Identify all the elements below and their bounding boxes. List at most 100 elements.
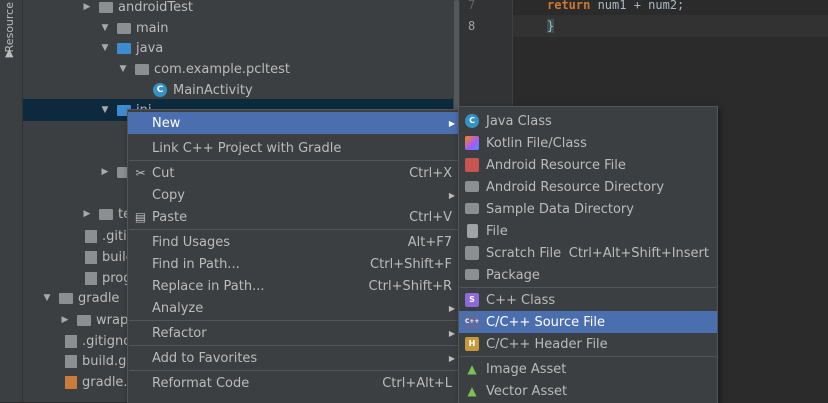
menu-item-label: Reformat Code xyxy=(152,375,250,391)
menu-item-shortcut: Ctrl+V xyxy=(409,209,452,225)
menu-item-add-to-favorites[interactable]: Add to Favorites ▶ xyxy=(128,347,460,369)
resource-manager-tab[interactable]: Resource xyxy=(3,2,16,52)
menu-separator xyxy=(129,370,459,371)
menu-item-reformat-code[interactable]: Reformat Code Ctrl+Alt+L xyxy=(128,372,460,394)
submenu-item-c-header-file[interactable]: H C/C++ Header File xyxy=(459,333,717,355)
submenu-item-kotlin[interactable]: Kotlin File/Class xyxy=(459,132,717,154)
collapse-arrow-icon[interactable]: ▼ xyxy=(99,105,111,115)
gradle-icon xyxy=(65,354,77,368)
menu-item-find-in-path[interactable]: Find in Path... Ctrl+Shift+F xyxy=(128,253,460,275)
menu-item-replace-in-path[interactable]: Replace in Path... Ctrl+Shift+R xyxy=(128,275,460,297)
submenu-item-file[interactable]: File xyxy=(459,220,717,242)
code-line[interactable]: return num1 + num2; xyxy=(547,0,684,12)
java-class-icon: C xyxy=(153,83,167,97)
tree-row-label: MainActivity xyxy=(173,82,253,98)
java-class-icon: C xyxy=(465,114,479,128)
submenu-item-cpp-class[interactable]: S C++ Class xyxy=(459,289,717,311)
file-icon xyxy=(65,334,77,348)
scrollbar-thumb[interactable] xyxy=(454,0,459,115)
menu-item-label: Analyze xyxy=(152,300,204,316)
submenu-item-label: C/C++ Source File xyxy=(486,314,605,330)
collapse-arrow-icon[interactable]: ▼ xyxy=(99,43,111,53)
folder-icon xyxy=(59,292,73,304)
submenu-item-label: File xyxy=(486,223,508,239)
menu-item-shortcut: Ctrl+Shift+R xyxy=(368,278,453,294)
submenu-arrow-icon: ▶ xyxy=(448,190,455,200)
menu-item-analyze[interactable]: Analyze ▶ xyxy=(128,297,460,319)
cpp-class-icon: S xyxy=(465,293,479,307)
folder-icon xyxy=(465,203,479,214)
file-icon xyxy=(467,224,478,238)
package-icon xyxy=(465,269,479,280)
submenu-item-label: Java Class xyxy=(486,113,552,129)
tree-row-label: gradle xyxy=(78,290,120,306)
submenu-item-package[interactable]: Package xyxy=(459,264,717,286)
tree-row-label: main xyxy=(136,20,169,36)
context-menu: New ▶ Link C++ Project with Gradle ✂ Cut… xyxy=(127,109,461,403)
menu-item-copy[interactable]: Copy ▶ xyxy=(128,184,460,206)
tree-row-package[interactable]: ▼ com.example.pcltest xyxy=(23,58,453,80)
folder-icon xyxy=(465,181,479,192)
submenu-item-scratch-file[interactable]: Scratch File Ctrl+Alt+Shift+Insert xyxy=(459,242,717,264)
menu-item-shortcut: Ctrl+Shift+F xyxy=(370,256,452,272)
code-line[interactable]: } xyxy=(547,19,555,33)
code-text: num1 + num2; xyxy=(590,0,685,12)
tree-row-main[interactable]: ▼ main xyxy=(23,17,453,39)
submenu-item-image-asset[interactable]: ▲ Image Asset xyxy=(459,358,717,380)
menu-item-label: Copy xyxy=(152,187,185,203)
new-submenu: C Java Class Kotlin File/Class Android R… xyxy=(458,106,718,403)
tree-row-androidtest[interactable]: ▶ androidTest xyxy=(23,0,453,18)
menu-item-cut[interactable]: ✂ Cut Ctrl+X xyxy=(128,162,460,184)
expand-arrow-icon[interactable]: ▶ xyxy=(99,167,111,177)
menu-item-label: Add to Favorites xyxy=(152,350,258,366)
expand-arrow-icon[interactable]: ▶ xyxy=(81,209,93,219)
collapse-arrow-icon[interactable]: ▼ xyxy=(41,293,53,303)
file-icon xyxy=(85,229,97,243)
tree-row-mainactivity[interactable]: C MainActivity xyxy=(23,79,453,101)
scissors-icon: ✂ xyxy=(135,165,146,180)
tree-row-java[interactable]: ▼ java xyxy=(23,37,453,59)
menu-separator xyxy=(129,320,459,321)
c-source-icon: C++ xyxy=(465,315,479,329)
tree-row-label: wrap xyxy=(96,312,129,328)
menu-item-shortcut: Alt+F7 xyxy=(407,234,452,250)
submenu-item-c-source-file[interactable]: C++ C/C++ Source File xyxy=(459,311,717,333)
menu-separator xyxy=(460,287,716,288)
submenu-item-vector-asset[interactable]: ▲ Vector Asset xyxy=(459,380,717,402)
menu-item-link-cpp[interactable]: Link C++ Project with Gradle xyxy=(128,137,460,159)
line-number: 8 xyxy=(468,19,476,33)
menu-item-label: Find in Path... xyxy=(152,256,240,272)
submenu-item-android-resource-directory[interactable]: Android Resource Directory xyxy=(459,176,717,198)
submenu-item-sample-data-directory[interactable]: Sample Data Directory xyxy=(459,198,717,220)
clipboard-icon: ▤ xyxy=(134,209,147,224)
resource-manager-icon[interactable]: ▲ xyxy=(5,46,13,59)
submenu-arrow-icon: ▶ xyxy=(448,328,455,338)
tree-row-label: java xyxy=(136,40,164,56)
menu-separator xyxy=(460,356,716,357)
menu-item-paste[interactable]: ▤ Paste Ctrl+V xyxy=(128,206,460,228)
package-icon xyxy=(135,63,149,75)
submenu-item-label: Android Resource File xyxy=(486,157,626,173)
menu-separator xyxy=(129,160,459,161)
collapse-arrow-icon[interactable]: ▼ xyxy=(99,23,111,33)
menu-item-find-usages[interactable]: Find Usages Alt+F7 xyxy=(128,231,460,253)
menu-item-new[interactable]: New ▶ xyxy=(128,112,460,134)
current-line-highlight xyxy=(513,15,828,37)
menu-item-shortcut: Ctrl+X xyxy=(409,165,452,181)
menu-item-label: New xyxy=(152,115,181,131)
tree-row-label: com.example.pcltest xyxy=(154,61,290,77)
c-header-icon: H xyxy=(465,337,479,351)
menu-item-label: Link C++ Project with Gradle xyxy=(152,140,342,156)
left-tool-strip: Resource ▲ xyxy=(0,0,23,402)
collapse-arrow-icon[interactable]: ▼ xyxy=(117,64,129,74)
expand-arrow-icon[interactable]: ▶ xyxy=(81,2,93,12)
submenu-item-android-resource-file[interactable]: Android Resource File xyxy=(459,154,717,176)
menu-item-refactor[interactable]: Refactor ▶ xyxy=(128,322,460,344)
file-icon xyxy=(85,271,97,285)
submenu-item-label: Package xyxy=(486,267,540,283)
folder-icon xyxy=(77,314,91,326)
submenu-item-java-class[interactable]: C Java Class xyxy=(459,110,717,132)
kotlin-icon xyxy=(465,136,479,150)
menu-item-label: Refactor xyxy=(152,325,207,341)
expand-arrow-icon[interactable]: ▶ xyxy=(59,315,71,325)
